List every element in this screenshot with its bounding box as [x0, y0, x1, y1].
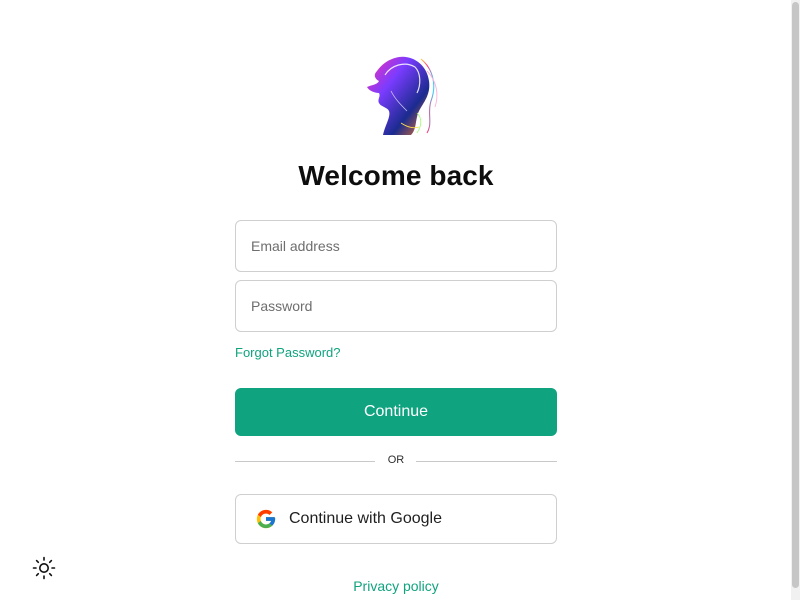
- email-input[interactable]: [235, 220, 557, 272]
- scrollbar-thumb[interactable]: [792, 2, 799, 588]
- divider-line-right: [416, 461, 557, 462]
- forgot-password-link[interactable]: Forgot Password?: [235, 345, 341, 360]
- password-input[interactable]: [235, 280, 557, 332]
- divider-line-left: [235, 461, 375, 462]
- divider-or-label: OR: [387, 454, 405, 466]
- page-title: Welcome back: [298, 160, 494, 191]
- sun-icon: [32, 556, 56, 580]
- theme-toggle-button[interactable]: [32, 556, 56, 580]
- google-button-label: Continue with Google: [289, 510, 442, 527]
- page-scrollbar[interactable]: [791, 0, 800, 600]
- continue-button[interactable]: Continue: [235, 388, 557, 436]
- google-icon: [256, 509, 276, 529]
- privacy-policy-link[interactable]: Privacy policy: [0, 578, 792, 594]
- continue-with-google-button[interactable]: Continue with Google: [235, 494, 557, 544]
- abstract-face-logo-icon: [367, 56, 438, 135]
- login-page: Welcome back Forgot Password? Continue O…: [0, 0, 800, 600]
